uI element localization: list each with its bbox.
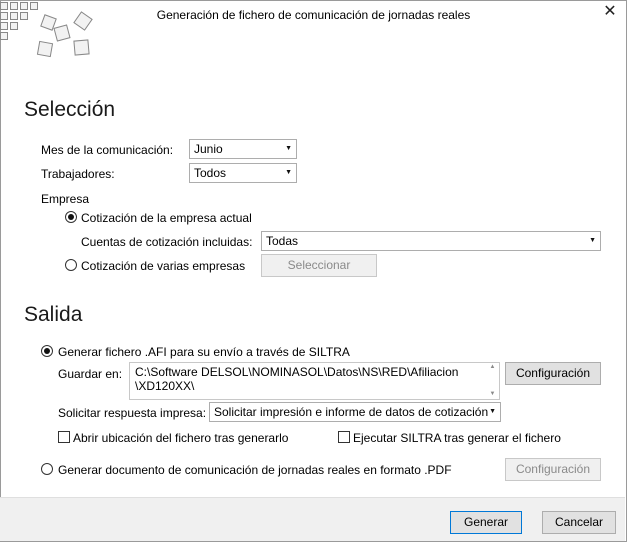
seleccion-heading: Selección [24,98,116,121]
cuentas-value: Todas [266,234,299,248]
radio-generar-pdf[interactable] [41,463,53,475]
close-icon[interactable]: ✕ [600,2,620,22]
path-line-2: \XD120XX\ [135,379,195,393]
trabajadores-value: Todos [194,166,227,180]
seleccionar-button[interactable]: Seleccionar [261,254,377,277]
chevron-down-icon: ▼ [285,169,292,176]
window-title: Generación de fichero de comunicación de… [156,8,471,22]
respuesta-label: Solicitar respuesta impresa: [58,406,207,420]
path-field[interactable]: C:\Software DELSOL\NOMINASOL\Datos\NS\RE… [129,362,500,400]
dialog-footer [0,497,625,541]
radio-generar-afi-label[interactable]: Generar fichero .AFI para su envío a tra… [58,345,350,359]
respuesta-dropdown[interactable]: Solicitar impresión e informe de datos d… [209,402,501,422]
trabajadores-dropdown[interactable]: Todos ▼ [189,163,297,183]
guardar-label: Guardar en: [58,367,123,381]
salida-heading: Salida [24,303,83,326]
respuesta-value: Solicitar impresión e informe de datos d… [214,405,489,419]
radio-empresa-actual[interactable] [65,211,77,223]
mes-dropdown[interactable]: Junio ▼ [189,139,297,159]
abrir-ubicacion-label[interactable]: Abrir ubicación del fichero tras generar… [73,431,288,445]
chevron-down-icon: ▼ [285,145,292,152]
cuentas-dropdown[interactable]: Todas ▼ [261,231,601,251]
chevron-down-icon: ▼ [489,408,496,415]
radio-empresa-actual-label[interactable]: Cotización de la empresa actual [81,211,252,225]
empresa-label: Empresa [41,192,90,206]
configuracion-pdf-button[interactable]: Configuración [505,458,601,481]
configuracion-button[interactable]: Configuración [505,362,601,385]
radio-generar-pdf-label[interactable]: Generar documento de comunicación de jor… [58,463,452,477]
generar-button[interactable]: Generar [450,511,522,534]
scroll-down-icon[interactable]: ▼ [487,391,498,397]
ejecutar-siltra-checkbox[interactable] [338,431,350,443]
cuentas-label: Cuentas de cotización incluidas: [81,235,253,249]
mes-value: Junio [194,142,223,156]
chevron-down-icon: ▼ [589,237,596,244]
radio-varias-empresas-label[interactable]: Cotización de varias empresas [81,259,245,273]
cancelar-button[interactable]: Cancelar [542,511,616,534]
scroll-up-icon[interactable]: ▲ [487,364,498,370]
radio-varias-empresas[interactable] [65,259,77,271]
mes-label: Mes de la comunicación: [41,143,174,157]
abrir-ubicacion-checkbox[interactable] [58,431,70,443]
path-line-1: C:\Software DELSOL\NOMINASOL\Datos\NS\RE… [135,365,459,379]
trabajadores-label: Trabajadores: [41,167,115,181]
radio-generar-afi[interactable] [41,345,53,357]
ejecutar-siltra-label[interactable]: Ejecutar SILTRA tras generar el fichero [353,431,561,445]
